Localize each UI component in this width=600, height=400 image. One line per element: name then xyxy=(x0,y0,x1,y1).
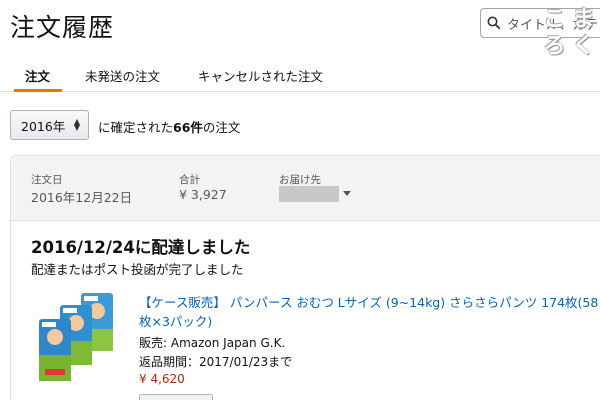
buy-again-button[interactable] xyxy=(139,394,213,400)
logo-char: ま xyxy=(572,7,595,32)
tab-unshipped[interactable]: 未発送の注文 xyxy=(85,66,160,85)
delivery-status-detail: 配達またはポスト投函が完了しました xyxy=(31,262,244,277)
ship-to-name-redacted[interactable] xyxy=(279,186,339,202)
year-select-value: 2016年 xyxy=(21,118,66,134)
filter-prefix: に確定された xyxy=(98,120,174,135)
order-date-label: 注文日 xyxy=(31,174,63,186)
select-arrows-icon: ▲ ▼ xyxy=(73,117,80,132)
return-period: 返品期間：2017/01/23まで xyxy=(139,355,293,369)
order-count-text: に確定された66件の注文 xyxy=(98,117,240,136)
order-header: 注文日 2016年12月22日 合計 ¥ 3,927 お届け先 xyxy=(11,156,600,221)
product-title-link[interactable]: 【ケース販売】 パンパース おむつ Lサイズ (9~14kg) さらさらパンツ … xyxy=(139,293,600,331)
seller-info: 販売: Amazon Japan G.K. xyxy=(139,336,286,350)
active-tab-indicator xyxy=(14,89,62,92)
product-image[interactable] xyxy=(33,291,133,386)
order-total-label: 合計 xyxy=(179,174,200,186)
delivery-status: 2016/12/24に配達しました xyxy=(31,238,251,257)
order-count: 66件 xyxy=(173,120,203,135)
tab-orders[interactable]: 注文 xyxy=(25,66,50,85)
search-icon xyxy=(487,16,501,30)
item-price: ¥ 4,620 xyxy=(139,372,185,386)
order-card: 注文日 2016年12月22日 合計 ¥ 3,927 お届け先 2016/12/… xyxy=(10,155,600,400)
ship-to-label: お届け先 xyxy=(279,174,321,186)
year-select[interactable]: 2016年 ▲ ▼ xyxy=(10,110,89,140)
page-title: 注文履歴 xyxy=(10,13,115,42)
watermark-logo: こ ま ろ く xyxy=(540,6,598,60)
logo-char: ろ xyxy=(543,34,566,59)
logo-char: こ xyxy=(543,7,566,32)
tab-cancelled[interactable]: キャンセルされた注文 xyxy=(198,66,323,85)
order-total: ¥ 3,927 xyxy=(179,187,227,202)
order-date: 2016年12月22日 xyxy=(31,190,133,205)
chevron-down-icon[interactable] xyxy=(343,191,351,196)
filter-suffix: の注文 xyxy=(202,120,241,135)
order-tabs: 注文 未発送の注文 キャンセルされた注文 xyxy=(0,62,600,92)
logo-char: く xyxy=(572,34,595,59)
